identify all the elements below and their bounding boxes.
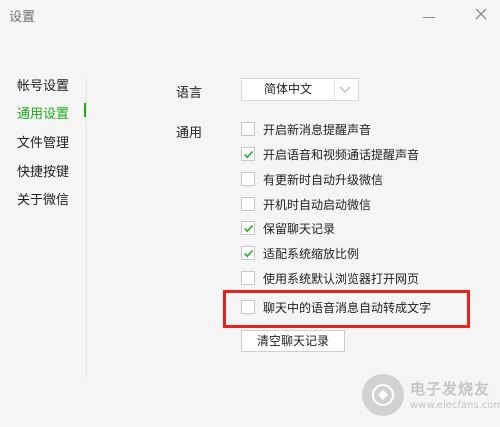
checkbox-checked[interactable] [241, 147, 255, 161]
sidebar-item-shortcuts[interactable]: 快捷按键 [17, 161, 69, 180]
checkmark-icon [243, 224, 254, 233]
sidebar-item-files[interactable]: 文件管理 [17, 132, 69, 151]
sidebar-divider [86, 78, 87, 378]
active-indicator [84, 103, 86, 117]
watermark: 电子发烧友 www.elecfans.com [362, 374, 500, 420]
checkbox[interactable] [241, 172, 255, 186]
annotation-highlight-box [223, 290, 470, 328]
checkmark-icon [243, 249, 254, 258]
sidebar-item-account[interactable]: 帐号设置 [17, 75, 69, 94]
general-label: 通用 [176, 126, 203, 141]
checkbox[interactable] [241, 197, 255, 211]
sidebar-item-general[interactable]: 通用设置 [17, 103, 69, 122]
option-label: 保留聊天记录 [263, 222, 336, 236]
watermark-logo-icon [362, 374, 404, 416]
option-label: 开启新消息提醒声音 [263, 123, 372, 137]
checkbox[interactable] [241, 122, 255, 136]
settings-window: 设置 帐号设置 通用设置 文件管理 快捷按键 关于微信 语言 简体中文 通用 开… [0, 0, 500, 427]
checkbox-checked[interactable] [241, 246, 255, 260]
option-label: 使用系统默认浏览器打开网页 [263, 272, 420, 286]
window-title: 设置 [9, 10, 36, 25]
sidebar-item-about[interactable]: 关于微信 [17, 189, 69, 208]
checkbox-checked[interactable] [241, 221, 255, 235]
minimize-button[interactable] [420, 6, 438, 24]
option-label: 适配系统缩放比例 [263, 247, 360, 261]
option-label: 开机时自动启动微信 [263, 198, 372, 212]
chevron-down-icon [339, 86, 351, 93]
language-select[interactable]: 简体中文 [241, 78, 359, 101]
option-label: 开启语音和视频通话提醒声音 [263, 148, 420, 162]
select-divider [334, 79, 335, 100]
close-icon [475, 8, 487, 20]
language-label: 语言 [176, 86, 203, 101]
clear-chat-history-button[interactable]: 清空聊天记录 [241, 330, 345, 352]
checkbox[interactable] [241, 271, 255, 285]
watermark-url: www.elecfans.com [410, 400, 500, 411]
watermark-title: 电子发烧友 [410, 380, 491, 398]
option-label: 有更新时自动升级微信 [263, 173, 384, 187]
close-button[interactable] [472, 5, 490, 23]
language-value: 简体中文 [263, 82, 312, 96]
checkmark-icon [243, 150, 254, 159]
